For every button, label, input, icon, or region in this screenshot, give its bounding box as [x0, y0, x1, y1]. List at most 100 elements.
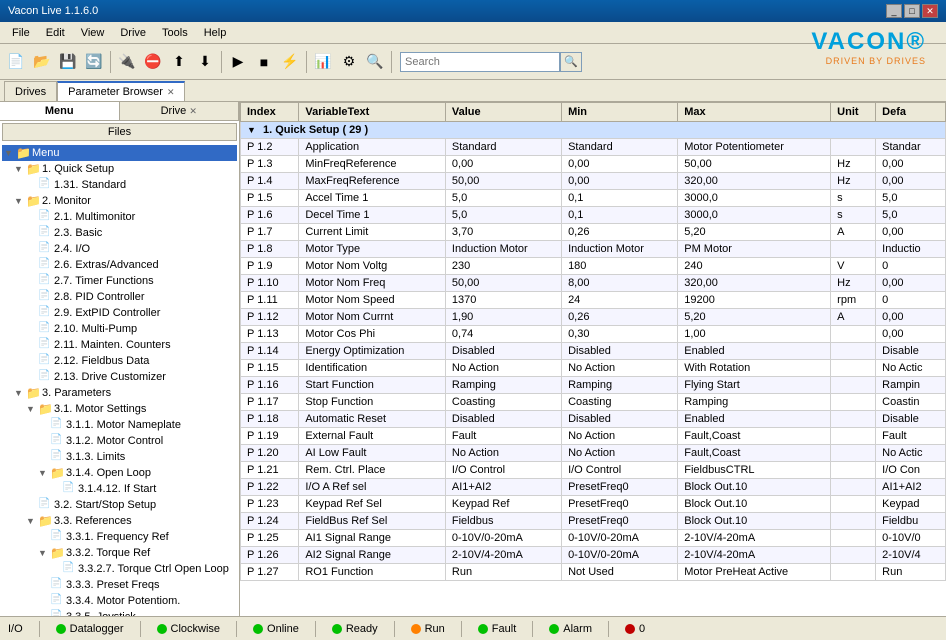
- tree-item-freq-ref[interactable]: 📄3.3.1. Frequency Ref: [2, 529, 237, 545]
- upload-button[interactable]: ⬆: [167, 50, 191, 74]
- table-row[interactable]: P 1.14Energy OptimizationDisabledDisable…: [241, 343, 946, 360]
- table-row[interactable]: P 1.13Motor Cos Phi0,740,301,000,00: [241, 326, 946, 343]
- files-button[interactable]: Files: [2, 123, 237, 141]
- tree-item-io[interactable]: 📄2.4. I/O: [2, 241, 237, 257]
- tab-param-close[interactable]: ✕: [167, 87, 175, 98]
- left-tab-menu[interactable]: Menu: [0, 102, 120, 120]
- search-input[interactable]: [400, 52, 560, 72]
- col-unit[interactable]: Unit: [831, 103, 876, 122]
- table-row[interactable]: P 1.17Stop FunctionCoastingCoastingRampi…: [241, 394, 946, 411]
- monitor-button[interactable]: 📊: [311, 50, 335, 74]
- tree-item-timer[interactable]: 📄2.7. Timer Functions: [2, 273, 237, 289]
- table-row[interactable]: P 1.6Decel Time 15,00,13000,0s5,0: [241, 207, 946, 224]
- status-item-datalogger[interactable]: Datalogger: [56, 623, 124, 635]
- col-index[interactable]: Index: [241, 103, 299, 122]
- save-button[interactable]: 💾: [56, 50, 80, 74]
- table-row[interactable]: P 1.23Keypad Ref SelKeypad RefPresetFreq…: [241, 496, 946, 513]
- status-item-0[interactable]: 0: [625, 623, 645, 635]
- table-row[interactable]: P 1.16Start FunctionRampingRampingFlying…: [241, 377, 946, 394]
- tree-item-multipump[interactable]: 📄2.10. Multi-Pump: [2, 321, 237, 337]
- tree-item-basic[interactable]: 📄2.3. Basic: [2, 225, 237, 241]
- start-button[interactable]: ▶: [226, 50, 250, 74]
- status-item-run[interactable]: Run: [411, 623, 445, 635]
- col-max[interactable]: Max: [678, 103, 831, 122]
- status-item-i/o[interactable]: I/O: [8, 623, 23, 635]
- open-button[interactable]: 📂: [30, 50, 54, 74]
- tree-item-pid[interactable]: 📄2.8. PID Controller: [2, 289, 237, 305]
- compare-button[interactable]: 🔍: [363, 50, 387, 74]
- table-row[interactable]: P 1.9Motor Nom Voltg230180240V0: [241, 258, 946, 275]
- tree-item-motor-nameplate[interactable]: 📄3.1.1. Motor Nameplate: [2, 417, 237, 433]
- tree-item-drivecust[interactable]: 📄2.13. Drive Customizer: [2, 369, 237, 385]
- refresh-button[interactable]: 🔄: [82, 50, 106, 74]
- col-value[interactable]: Value: [445, 103, 561, 122]
- tree-item-torque-open-loop[interactable]: 📄3.3.2.7. Torque Ctrl Open Loop: [2, 561, 237, 577]
- table-row[interactable]: P 1.21Rem. Ctrl. PlaceI/O ControlI/O Con…: [241, 462, 946, 479]
- table-row[interactable]: P 1.8Motor TypeInduction MotorInduction …: [241, 241, 946, 258]
- table-row[interactable]: P 1.24FieldBus Ref SelFieldbusPresetFreq…: [241, 513, 946, 530]
- col-vartext[interactable]: VariableText: [299, 103, 446, 122]
- params-button[interactable]: ⚙: [337, 50, 361, 74]
- col-default[interactable]: Defa: [876, 103, 946, 122]
- tree-item-quick-setup[interactable]: ▼📁1. Quick Setup: [2, 161, 237, 177]
- table-row[interactable]: P 1.4MaxFreqReference50,000,00320,00Hz0,…: [241, 173, 946, 190]
- tree-item-parameters[interactable]: ▼📁3. Parameters: [2, 385, 237, 401]
- tree-item-maint[interactable]: 📄2.11. Mainten. Counters: [2, 337, 237, 353]
- table-row[interactable]: P 1.20AI Low FaultNo ActionNo ActionFaul…: [241, 445, 946, 462]
- tree-item-quick-standard[interactable]: 📄1.31. Standard: [2, 177, 237, 193]
- tree-item-references[interactable]: ▼📁3.3. References: [2, 513, 237, 529]
- status-item-fault[interactable]: Fault: [478, 623, 516, 635]
- tree-item-fieldbus[interactable]: 📄2.12. Fieldbus Data: [2, 353, 237, 369]
- tree-item-motor-settings[interactable]: ▼📁3.1. Motor Settings: [2, 401, 237, 417]
- status-item-ready[interactable]: Ready: [332, 623, 378, 635]
- tree-item-extpid[interactable]: 📄2.9. ExtPID Controller: [2, 305, 237, 321]
- left-tab-drive-close[interactable]: ✕: [189, 106, 197, 116]
- menu-help[interactable]: Help: [196, 25, 235, 41]
- tree-item-multimonitor[interactable]: 📄2.1. Multimonitor: [2, 209, 237, 225]
- table-row[interactable]: P 1.2ApplicationStandardStandardMotor Po…: [241, 139, 946, 156]
- tab-drives[interactable]: Drives: [4, 81, 57, 101]
- search-button[interactable]: 🔍: [560, 52, 582, 72]
- connect-button[interactable]: 🔌: [115, 50, 139, 74]
- new-button[interactable]: 📄: [4, 50, 28, 74]
- table-row[interactable]: P 1.18Automatic ResetDisabledDisabledEna…: [241, 411, 946, 428]
- table-row[interactable]: P 1.11Motor Nom Speed13702419200rpm0: [241, 292, 946, 309]
- table-row[interactable]: P 1.3MinFreqReference0,000,0050,00Hz0,00: [241, 156, 946, 173]
- tree-item-monitor[interactable]: ▼📁2. Monitor: [2, 193, 237, 209]
- table-row[interactable]: P 1.10Motor Nom Freq50,008,00320,00Hz0,0…: [241, 275, 946, 292]
- table-group-row[interactable]: ▼ 1. Quick Setup ( 29 ): [241, 122, 946, 139]
- menu-drive[interactable]: Drive: [112, 25, 154, 41]
- table-row[interactable]: P 1.26AI2 Signal Range2-10V/4-20mA0-10V/…: [241, 547, 946, 564]
- table-row[interactable]: P 1.12Motor Nom Currnt1,900,265,20A0,00: [241, 309, 946, 326]
- minimize-button[interactable]: _: [886, 4, 902, 18]
- status-item-alarm[interactable]: Alarm: [549, 623, 592, 635]
- download-button[interactable]: ⬇: [193, 50, 217, 74]
- left-tab-drive[interactable]: Drive ✕: [120, 102, 240, 120]
- status-item-online[interactable]: Online: [253, 623, 299, 635]
- tree-item-motor-potentiom[interactable]: 📄3.3.4. Motor Potentiom.: [2, 593, 237, 609]
- maximize-button[interactable]: □: [904, 4, 920, 18]
- tree-item-if-start[interactable]: 📄3.1.4.12. If Start: [2, 481, 237, 497]
- menu-file[interactable]: File: [4, 25, 38, 41]
- status-item-clockwise[interactable]: Clockwise: [157, 623, 221, 635]
- tree-item-preset-freqs[interactable]: 📄3.3.3. Preset Freqs: [2, 577, 237, 593]
- table-row[interactable]: P 1.15IdentificationNo ActionNo ActionWi…: [241, 360, 946, 377]
- stop-button[interactable]: ■: [252, 50, 276, 74]
- table-row[interactable]: P 1.27RO1 FunctionRunNot UsedMotor PreHe…: [241, 564, 946, 581]
- tree-item-motor-control[interactable]: 📄3.1.2. Motor Control: [2, 433, 237, 449]
- fault-reset-button[interactable]: ⚡: [278, 50, 302, 74]
- table-row[interactable]: P 1.22I/O A Ref selAI1+AI2PresetFreq0Blo…: [241, 479, 946, 496]
- menu-edit[interactable]: Edit: [38, 25, 73, 41]
- table-row[interactable]: P 1.5Accel Time 15,00,13000,0s5,0: [241, 190, 946, 207]
- tree-item-extras[interactable]: 📄2.6. Extras/Advanced: [2, 257, 237, 273]
- menu-view[interactable]: View: [73, 25, 113, 41]
- col-min[interactable]: Min: [562, 103, 678, 122]
- tree-item-torque-ref[interactable]: ▼📁3.3.2. Torque Ref: [2, 545, 237, 561]
- disconnect-button[interactable]: ⛔: [141, 50, 165, 74]
- close-button[interactable]: ✕: [922, 4, 938, 18]
- tree-item-joystick[interactable]: 📄3.3.5. Joystick: [2, 609, 237, 616]
- tree-item-limits[interactable]: 📄3.1.3. Limits: [2, 449, 237, 465]
- table-row[interactable]: P 1.25AI1 Signal Range0-10V/0-20mA0-10V/…: [241, 530, 946, 547]
- tab-parameter-browser[interactable]: Parameter Browser ✕: [57, 81, 185, 101]
- menu-tools[interactable]: Tools: [154, 25, 196, 41]
